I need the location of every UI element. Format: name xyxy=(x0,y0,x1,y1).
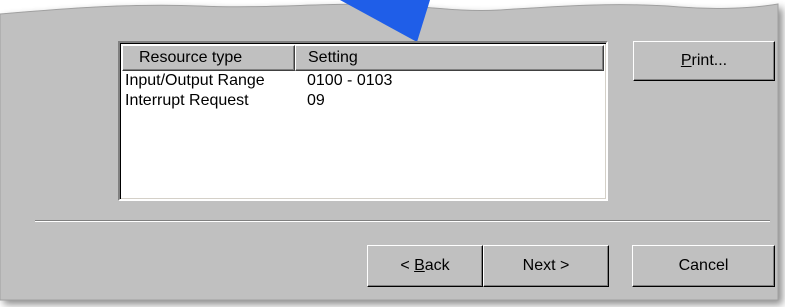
list-item[interactable]: Input/Output Range 0100 - 0103 xyxy=(122,71,604,91)
resource-type-cell: Interrupt Request xyxy=(125,92,249,109)
setting-cell: 09 xyxy=(307,92,325,109)
print-button-label: Print... xyxy=(680,52,728,69)
list-header: Resource type Setting xyxy=(122,45,604,71)
column-header-resource-type[interactable]: Resource type xyxy=(122,45,295,71)
cancel-button-label: Cancel xyxy=(678,257,729,274)
resource-type-cell: Input/Output Range xyxy=(125,72,265,89)
column-header-setting[interactable]: Setting xyxy=(295,45,604,71)
cancel-button[interactable]: Cancel xyxy=(632,245,775,287)
back-button-label: < Back xyxy=(400,257,450,274)
wizard-dialog-fragment: Resource type Setting Input/Output Range… xyxy=(0,0,785,307)
separator-line xyxy=(35,220,770,222)
next-button[interactable]: Next > xyxy=(483,245,609,287)
print-button[interactable]: Print... xyxy=(633,41,775,81)
back-button[interactable]: < Back xyxy=(367,245,483,287)
list-item[interactable]: Interrupt Request 09 xyxy=(122,91,604,111)
list-body: Input/Output Range 0100 - 0103 Interrupt… xyxy=(122,71,604,111)
resource-list[interactable]: Resource type Setting Input/Output Range… xyxy=(118,41,608,201)
setting-cell: 0100 - 0103 xyxy=(307,72,393,89)
next-button-label: Next > xyxy=(522,257,570,274)
